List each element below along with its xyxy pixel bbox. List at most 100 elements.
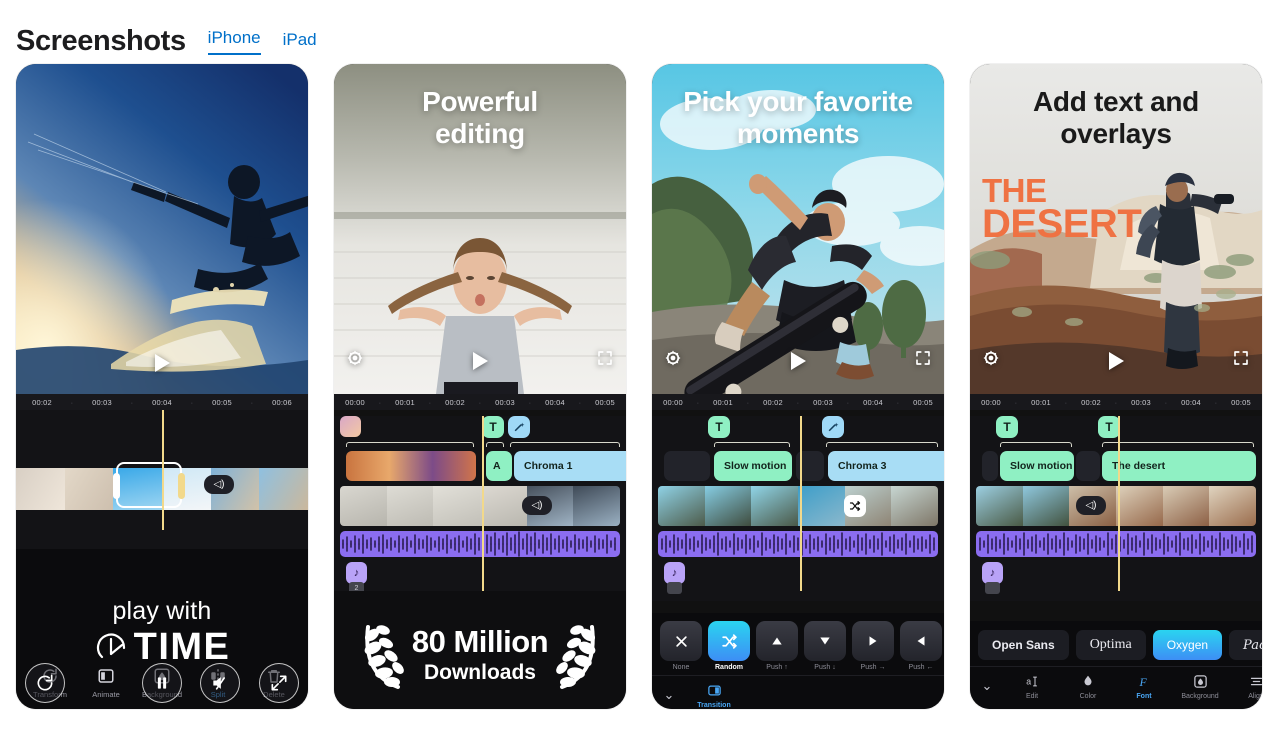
shuffle-badge-icon[interactable] <box>844 495 866 517</box>
clip-a[interactable]: A <box>486 451 512 481</box>
background-icon <box>1172 671 1228 691</box>
preview-controls-2[interactable] <box>334 349 626 372</box>
play-icon[interactable] <box>790 351 806 370</box>
magic-wand-badge-icon[interactable] <box>508 416 530 438</box>
screenshot-2[interactable]: Powerful editing 00:00 · 00:01 · 00:02 · 00… <box>334 64 626 709</box>
clip-lane-4[interactable]: Slow motion The desert <box>976 451 1256 481</box>
transition-panel[interactable]: None Random Push ↑ Push ↓ Push → Push ← … <box>652 613 944 709</box>
volume-badge[interactable]: ◁) <box>522 496 552 515</box>
preview-controls-1[interactable] <box>16 354 308 372</box>
transition-push-down[interactable]: Push ↓ <box>804 621 846 671</box>
gear-icon[interactable] <box>982 349 1000 372</box>
play-icon[interactable] <box>154 354 170 372</box>
waveform <box>661 532 935 556</box>
audio-track-2[interactable] <box>340 531 620 557</box>
font-pacifico[interactable]: Pacifico <box>1229 630 1262 660</box>
preview-controls-3[interactable] <box>652 349 944 372</box>
expand-icon[interactable] <box>1232 349 1250 372</box>
timeline-4[interactable]: T T Slow motion The desert ◁) ♪ <box>970 416 1262 601</box>
gear-icon[interactable] <box>664 349 682 372</box>
play-icon[interactable] <box>472 351 488 370</box>
subitem-font[interactable]: F Font <box>1116 671 1172 700</box>
transition-push-right[interactable]: Push → <box>852 621 894 671</box>
clip-the-desert[interactable]: The desert <box>1102 451 1256 481</box>
preview-controls-4[interactable] <box>970 349 1262 372</box>
playhead[interactable] <box>800 416 802 591</box>
film-strip-3[interactable] <box>658 486 938 526</box>
gear-icon[interactable] <box>346 349 364 372</box>
clip-chroma-3[interactable]: Chroma 3 <box>828 451 944 481</box>
text-badge-icon[interactable]: T <box>996 416 1018 438</box>
tab-ipad[interactable]: iPad <box>283 30 317 55</box>
audio-track-3[interactable] <box>658 531 938 557</box>
chevron-down-icon[interactable]: ⌄ <box>652 687 686 703</box>
transition-push-up[interactable]: Push ↑ <box>756 621 798 671</box>
music-note-badge[interactable]: ♪ <box>664 562 685 584</box>
chevron-down-icon[interactable]: ⌄ <box>970 678 1004 694</box>
font-optima[interactable]: Optima <box>1075 630 1146 660</box>
subitem-edit[interactable]: a Edit <box>1004 671 1060 700</box>
selected-clip-handles[interactable] <box>113 462 185 508</box>
clip-slow-motion[interactable]: Slow motion <box>714 451 792 481</box>
clip-empty[interactable] <box>982 451 998 481</box>
font-open-sans[interactable]: Open Sans <box>978 630 1069 660</box>
timeline-ruler-2[interactable]: 00:00 · 00:01 · 00:02 · 00:03 · 00:04 · 00:05 <box>334 394 626 410</box>
music-note-badge[interactable]: ♪ <box>982 562 1003 584</box>
text-badge-icon[interactable]: T <box>708 416 730 438</box>
text-badge-icon[interactable]: T <box>482 416 504 438</box>
text-badge-icon[interactable]: T <box>1098 416 1120 438</box>
tab-iphone[interactable]: iPhone <box>207 28 261 55</box>
screenshot-4[interactable]: Add text and overlays THE DESERT 00:00 · … <box>970 64 1262 709</box>
timeline-ruler-3[interactable]: 00:00 · 00:01 · 00:02 · 00:03 · 00:04 · 00:05 <box>652 394 944 410</box>
playhead[interactable] <box>162 410 164 530</box>
playhead[interactable] <box>482 416 484 591</box>
film-strip-4[interactable]: ◁) <box>976 486 1256 526</box>
text-style-panel[interactable]: Open Sans Optima Oxygen Pacifico ⌄ a Edi… <box>970 621 1262 709</box>
clip-chroma-1[interactable]: Chroma 1 <box>514 451 626 481</box>
screenshot-3[interactable]: Pick your favorite moments 00:00 · 00:01 ·… <box>652 64 944 709</box>
overlay-text-4[interactable]: THE DESERT <box>982 174 1142 244</box>
magic-wand-badge-icon[interactable] <box>822 416 844 438</box>
tool-background[interactable]: Background <box>136 665 188 699</box>
clip-slow-motion[interactable]: Slow motion <box>1000 451 1074 481</box>
transition-subbar[interactable]: ⌄ Transition <box>652 675 944 709</box>
clip-lane-3[interactable]: Slow motion Chroma 3 <box>658 451 944 481</box>
clip-thumb-badge[interactable] <box>340 416 361 437</box>
bottom-toolbar-1[interactable]: play with TIME Transform Animate Backgro… <box>16 549 308 709</box>
audio-track-4[interactable] <box>976 531 1256 557</box>
volume-badge[interactable]: ◁) <box>204 475 234 494</box>
tool-animate[interactable]: Animate <box>80 665 132 699</box>
tool-transform[interactable]: Transform <box>24 665 76 699</box>
timeline-ruler-4[interactable]: 00:00 · 00:01 · 00:02 · 00:03 · 00:04 · 00:05 <box>970 394 1262 410</box>
timeline-ruler-1[interactable]: 00:02 · 00:03 · 00:04 · 00:05 · 00:06 <box>16 394 308 410</box>
tool-delete[interactable]: Delete <box>248 665 300 699</box>
transition-none[interactable]: None <box>660 621 702 671</box>
clip-empty[interactable] <box>664 451 710 481</box>
music-note-badge[interactable]: ♪ <box>346 562 367 584</box>
svg-text:F: F <box>1138 674 1147 688</box>
play-icon[interactable] <box>1108 351 1124 370</box>
clip-gradient[interactable] <box>346 451 476 481</box>
transition-random[interactable]: Random <box>708 621 750 671</box>
text-subbar[interactable]: ⌄ a Edit Color F Font Background Align <box>970 666 1262 706</box>
font-oxygen[interactable]: Oxygen <box>1152 630 1223 660</box>
expand-icon[interactable] <box>914 349 932 372</box>
screenshot-1[interactable]: 00:02 · 00:03 · 00:04 · 00:05 · 00:06 ◁) <box>16 64 308 709</box>
subitem-transition[interactable]: Transition <box>686 680 742 709</box>
transition-push-left[interactable]: Push ← <box>900 621 942 671</box>
expand-icon[interactable] <box>596 349 614 372</box>
timeline-3[interactable]: T Slow motion Chroma 3 ♪ <box>652 416 944 601</box>
playhead[interactable] <box>1118 416 1120 591</box>
transition-options[interactable]: None Random Push ↑ Push ↓ Push → Push ← <box>652 613 944 675</box>
film-strip-2[interactable]: ◁) <box>340 486 620 526</box>
timeline-2[interactable]: T A Chroma 1 ◁) ♪ 2 <box>334 416 626 601</box>
clip-lane-2[interactable]: A Chroma 1 <box>340 451 626 481</box>
clip-empty[interactable] <box>1076 451 1100 481</box>
tool-split[interactable]: Split <box>192 665 244 699</box>
font-options[interactable]: Open Sans Optima Oxygen Pacifico <box>970 621 1262 666</box>
subitem-color[interactable]: Color <box>1060 671 1116 700</box>
subitem-align[interactable]: Align <box>1228 671 1262 700</box>
volume-badge[interactable]: ◁) <box>1076 496 1106 515</box>
edit-toolbar[interactable]: Transform Animate Background Split Delet… <box>16 657 308 709</box>
subitem-background[interactable]: Background <box>1172 671 1228 700</box>
